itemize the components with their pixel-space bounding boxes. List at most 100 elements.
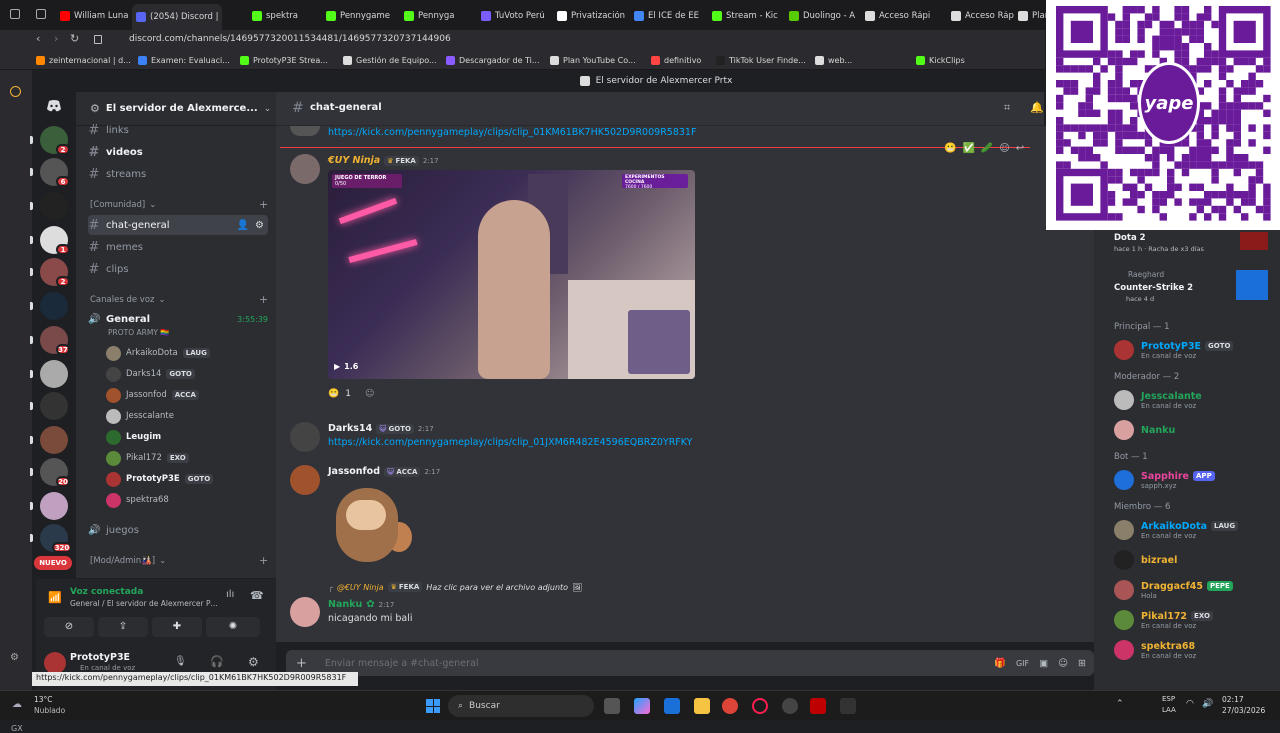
member-item[interactable]: ArkaikoDota LAUG En canal de voz — [1114, 516, 1276, 544]
headphones-icon[interactable]: 🎧 — [210, 655, 224, 668]
tab-list-icon[interactable] — [36, 9, 46, 19]
bookmark-item[interactable]: Gestión de Equipo... — [343, 53, 437, 67]
video-attachment[interactable]: JUEGO DE TERROR 0/50 EXPERIMENTOS COCINA… — [328, 170, 695, 379]
bookmark-item[interactable]: web... — [815, 53, 852, 67]
reload-icon[interactable]: ↻ — [70, 32, 79, 45]
reaction-pill[interactable]: 😬 1 ☺ — [328, 386, 374, 402]
sticker-icon[interactable]: ▣ — [1039, 658, 1048, 669]
browser-tab[interactable]: William Luna — [56, 6, 132, 26]
member-item[interactable]: Pikal172 EXO En canal de voz — [1114, 606, 1276, 634]
reaction-emoji-icon[interactable]: 😬 — [944, 143, 956, 161]
voice-user[interactable]: PrototyP3E GOTO — [106, 470, 214, 488]
add-reaction-icon[interactable]: ☺ — [999, 143, 1009, 161]
new-server-badge[interactable]: NUEVO — [34, 556, 72, 570]
back-icon[interactable]: ‹ — [36, 32, 40, 45]
browser-tab[interactable]: El ICE de EE — [630, 6, 703, 26]
user-settings-icon[interactable]: ⚙ — [248, 655, 259, 669]
member-item[interactable]: PrototyP3E GOTO En canal de voz — [1114, 336, 1276, 364]
server-icon[interactable] — [40, 292, 68, 320]
voice-user[interactable]: ArkaikoDota LAUG — [106, 344, 210, 362]
app-icon[interactable] — [840, 698, 856, 714]
member-item[interactable]: Sapphire APP sapph.xyz — [1114, 466, 1276, 494]
server-icon[interactable] — [40, 492, 68, 520]
emoji-icon[interactable]: ☺ — [1058, 658, 1068, 669]
app-icon[interactable] — [782, 698, 798, 714]
channel-videos[interactable]: # videos — [88, 142, 268, 162]
browser-tab[interactable]: Pennyga — [400, 6, 458, 26]
browser-tab[interactable]: Acceso Ráp — [947, 6, 1018, 26]
member-item[interactable]: Draggacf45 PEPE Hola — [1114, 576, 1276, 604]
channel-clips[interactable]: # clips — [88, 259, 268, 279]
notification-bell-icon[interactable]: 🔔 — [1030, 101, 1044, 114]
settings-icon[interactable]: ⚙ — [10, 652, 19, 663]
bookmark-item[interactable]: KickClips — [916, 53, 965, 67]
member-item[interactable]: Jesscalante En canal de voz — [1114, 386, 1276, 414]
server-icon[interactable] — [40, 392, 68, 420]
voice-user[interactable]: Jassonfod ACCA — [106, 386, 199, 404]
channel-settings-icon[interactable]: ⚙ — [255, 220, 264, 231]
browser-tab[interactable]: TuVoto Perú — [477, 6, 549, 26]
forward-icon[interactable]: › — [54, 32, 58, 45]
browser-tab[interactable]: spektra — [248, 6, 302, 26]
bookmark-item[interactable]: Plan YouTube Co... — [550, 53, 636, 67]
current-user-name[interactable]: PrototyP3E — [70, 652, 130, 663]
pickle-reaction-icon[interactable]: 🥒 — [981, 143, 993, 161]
store-icon[interactable] — [664, 698, 680, 714]
voice-channel-general[interactable]: 🔊 General 3:55:39 — [88, 309, 268, 329]
reply-reference[interactable]: ╭ @€UY Ninja ♛ FEKA Haz clic para ver el … — [328, 582, 582, 592]
language-indicator[interactable]: ESP — [1162, 695, 1175, 703]
channel-streams[interactable]: # streams — [88, 164, 268, 184]
volume-icon[interactable]: 🔊 — [1202, 699, 1213, 709]
soundboard-button[interactable]: ✺ — [206, 617, 260, 637]
channel-links[interactable]: # links — [88, 120, 268, 140]
user-avatar[interactable] — [44, 652, 66, 674]
voice-user[interactable]: Darks14 GOTO — [106, 365, 195, 383]
bookmark-item[interactable]: Descargador de Ti... — [446, 53, 540, 67]
gif-icon[interactable]: GIF — [1016, 659, 1029, 668]
category-mod[interactable]: [Mod/Admin🎎] ⌄ — [90, 556, 166, 566]
opera-gx-icon[interactable] — [752, 698, 768, 714]
screen-share-button[interactable]: ⇪ — [98, 617, 148, 637]
bookmark-item[interactable]: Examen: Evaluaci... — [138, 53, 230, 67]
category-comunidad[interactable]: [Comunidad] ⌄ — [90, 200, 156, 210]
message-link[interactable]: https://kick.com/pennygameplay/clips/cli… — [328, 437, 692, 448]
message-author[interactable]: Jassonfod — [328, 466, 380, 477]
message-author[interactable]: Nanku — [328, 599, 362, 610]
monkey-sticker[interactable] — [330, 482, 414, 566]
channel-memes[interactable]: # memes — [88, 237, 268, 257]
tab-actions-icon[interactable] — [10, 9, 20, 19]
weather-temp[interactable]: 13°C — [34, 695, 53, 704]
member-item[interactable]: Nanku — [1114, 416, 1276, 444]
disconnect-icon[interactable]: ☎ — [250, 589, 264, 602]
threads-icon[interactable]: ⌗ — [1004, 101, 1010, 115]
message-link[interactable]: https://kick.com/pennygameplay/clips/cli… — [328, 127, 696, 138]
tray-chevron-icon[interactable]: ⌃ — [1116, 699, 1124, 709]
bookmark-item[interactable]: definitivo — [651, 53, 701, 67]
history-icon[interactable] — [10, 86, 21, 97]
message-avatar[interactable] — [290, 465, 320, 495]
task-view-icon[interactable] — [604, 698, 620, 714]
server-icon[interactable] — [40, 360, 68, 388]
extension-icon[interactable]: GX — [11, 724, 23, 733]
browser-tab[interactable]: (2054) Discord | # — [132, 4, 222, 30]
voice-user[interactable]: spektra68 — [106, 491, 169, 509]
server-icon[interactable] — [40, 426, 68, 454]
microphone-icon[interactable]: 🎙 — [174, 656, 187, 667]
message-author[interactable]: €UY Ninja — [328, 155, 380, 166]
invite-icon[interactable]: 👤 — [237, 220, 249, 231]
taskbar-search[interactable]: ⌕ Buscar — [448, 695, 594, 717]
apps-icon[interactable]: ⊞ — [1078, 658, 1086, 669]
channel-juegos[interactable]: 🔊 juegos — [88, 520, 268, 540]
activity-card[interactable]: Raeghard Counter-Strike 2 hace 4 d — [1106, 266, 1274, 306]
filezilla-icon[interactable] — [810, 698, 826, 714]
camera-off-button[interactable]: ⊘ — [44, 617, 94, 637]
server-icon[interactable] — [40, 192, 68, 220]
add-voice-channel-icon[interactable]: + — [259, 293, 268, 306]
browser-tab[interactable]: Privatización — [553, 6, 629, 26]
voice-user[interactable]: Pikal172 EXO — [106, 449, 189, 467]
activities-button[interactable]: ✚ — [152, 617, 202, 637]
upload-plus-icon[interactable]: + — [296, 656, 307, 671]
message-avatar[interactable] — [290, 422, 320, 452]
site-info-icon[interactable] — [94, 35, 102, 44]
gift-icon[interactable]: 🎁 — [994, 658, 1006, 669]
